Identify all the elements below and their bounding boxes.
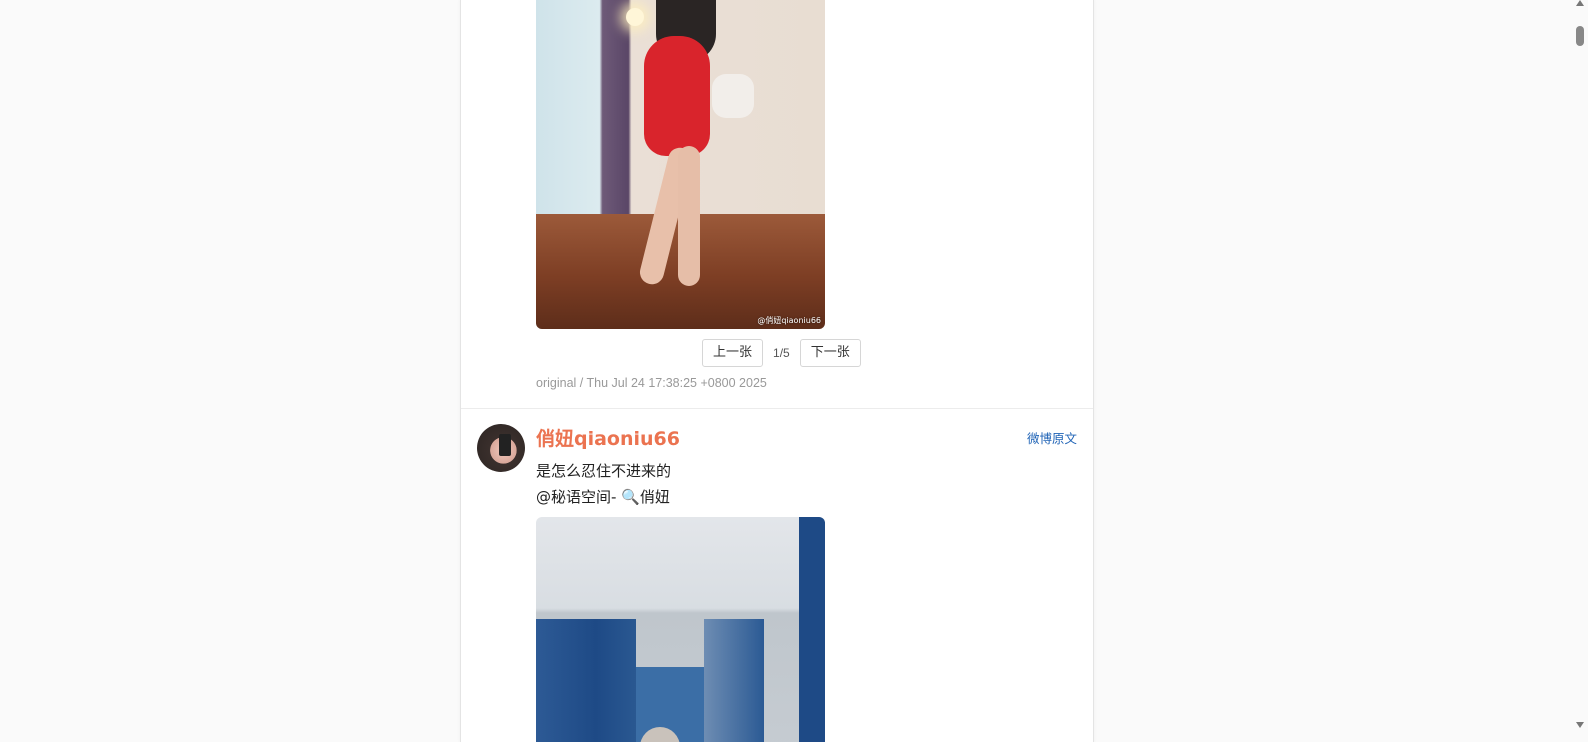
photo-detail <box>799 517 825 742</box>
photo-pager: 上一张 1/5 下一张 <box>702 339 861 367</box>
post-photo[interactable]: @俏妞qiaoniu66 <box>536 0 825 329</box>
scrollbar-thumb[interactable] <box>1576 26 1584 46</box>
photo-watermark: @俏妞qiaoniu66 <box>757 316 821 325</box>
photo-detail <box>712 74 754 118</box>
photo-detail <box>626 8 644 26</box>
post-meta: original / Thu Jul 24 17:38:25 +0800 202… <box>536 376 767 390</box>
photo-detail <box>644 36 710 156</box>
post-divider <box>461 408 1093 409</box>
scroll-up-arrow-icon[interactable] <box>1576 0 1584 6</box>
photo-detail <box>678 146 700 286</box>
prev-photo-button[interactable]: 上一张 <box>702 339 764 367</box>
photo-detail <box>536 619 636 742</box>
post-text: 是怎么忍住不进来的 <box>536 462 672 480</box>
scroll-down-arrow-icon[interactable] <box>1576 722 1584 728</box>
photo-counter: 1/5 <box>773 346 790 360</box>
photo-detail <box>704 619 764 742</box>
post-text-mention[interactable]: @秘语空间- 🔍俏妞 <box>536 486 670 507</box>
feed-column: @俏妞qiaoniu66 上一张 1/5 下一张 original / Thu … <box>460 0 1094 742</box>
username-link[interactable]: 俏妞qiaoniu66 <box>536 424 680 451</box>
original-post-link[interactable]: 微博原文 <box>1027 428 1077 447</box>
avatar[interactable] <box>477 424 525 472</box>
photo-detail <box>499 434 511 456</box>
next-photo-button[interactable]: 下一张 <box>799 339 861 367</box>
post-photo[interactable] <box>536 517 825 742</box>
